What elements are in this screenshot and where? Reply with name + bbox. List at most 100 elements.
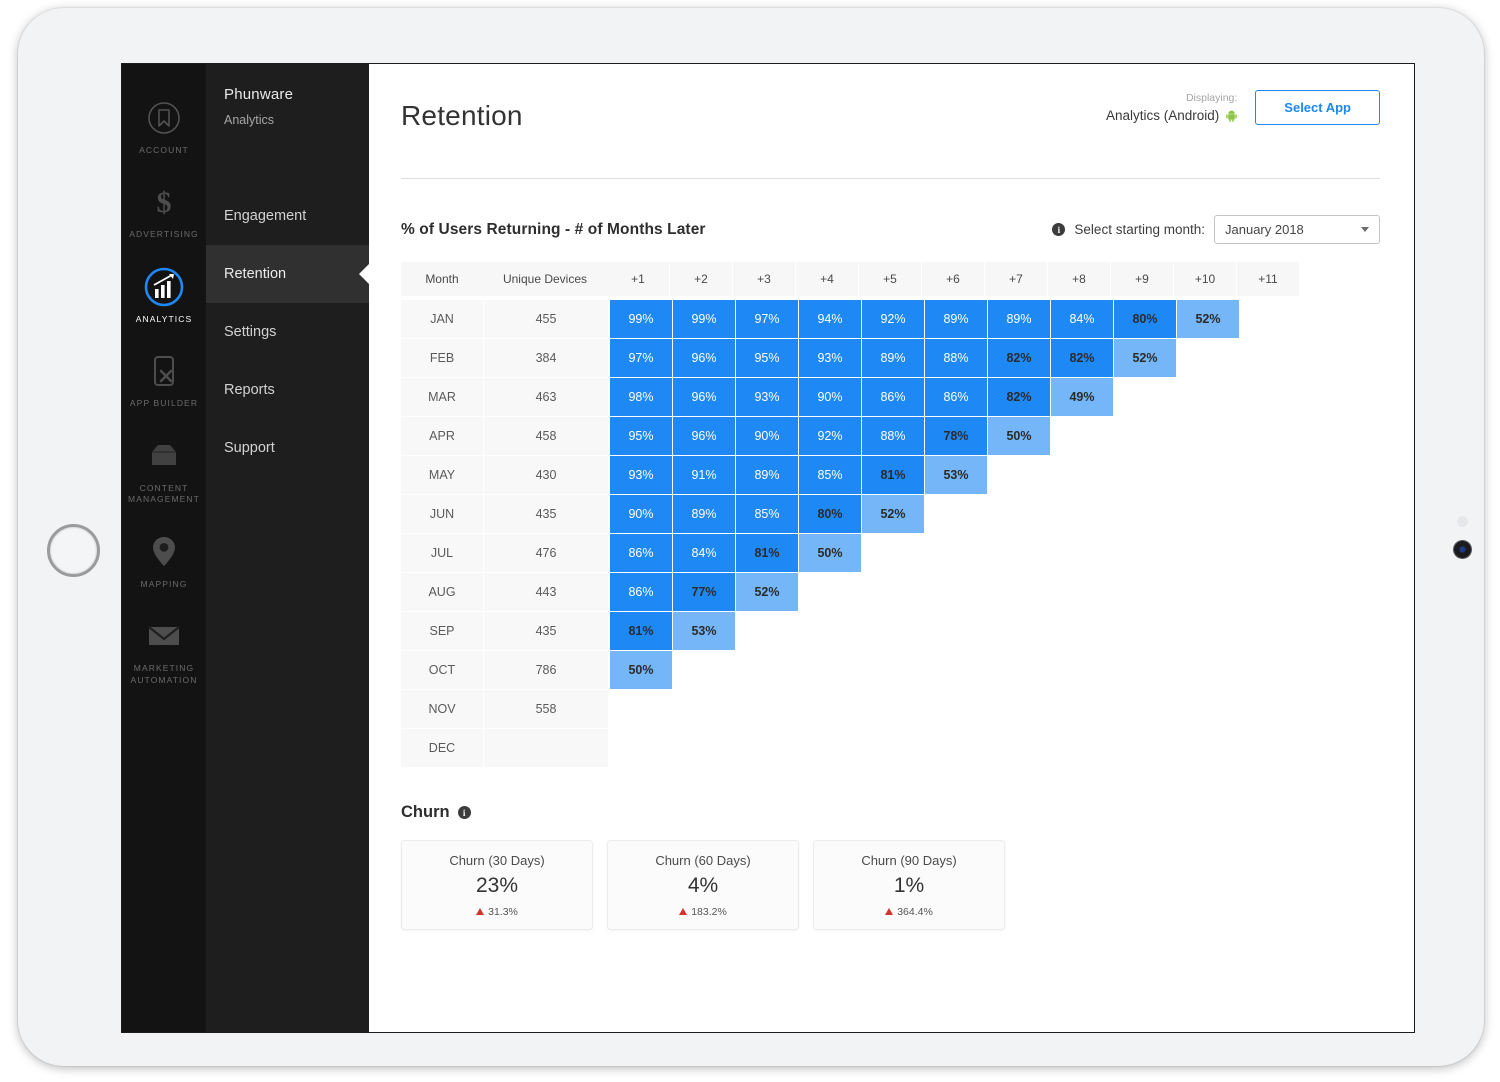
cell-retention-value[interactable]: 85% (736, 495, 798, 533)
cell-retention-value[interactable]: 77% (673, 573, 735, 611)
cell-retention-value[interactable]: 82% (1051, 339, 1113, 377)
cell-retention-value[interactable]: 78% (925, 417, 987, 455)
cell-retention-value[interactable]: 52% (736, 573, 798, 611)
cell-empty (1051, 612, 1113, 650)
cell-retention-value[interactable]: 93% (799, 339, 861, 377)
cell-retention-value[interactable]: 95% (736, 339, 798, 377)
cell-empty (673, 729, 735, 767)
cell-retention-value[interactable]: 89% (673, 495, 735, 533)
cell-retention-value[interactable]: 93% (610, 456, 672, 494)
cell-empty (925, 690, 987, 728)
sidebar-item-support[interactable]: Support (206, 419, 369, 477)
cell-retention-value[interactable]: 52% (862, 495, 924, 533)
primary-nav-rail: ACCOUNT $ ADVERTISING (122, 64, 206, 1032)
cell-retention-value[interactable]: 52% (1177, 300, 1239, 338)
cell-retention-value[interactable]: 53% (673, 612, 735, 650)
cell-empty (1051, 456, 1113, 494)
rail-item-analytics[interactable]: ANALYTICS (122, 251, 206, 335)
cell-empty (1114, 690, 1176, 728)
cell-retention-value[interactable]: 81% (610, 612, 672, 650)
cell-empty (1240, 573, 1302, 611)
cell-retention-value[interactable]: 50% (610, 651, 672, 689)
cell-retention-value[interactable]: 86% (610, 573, 672, 611)
table-row: FEB38497%96%95%93%89%88%82%82%52% (401, 339, 1380, 377)
cell-retention-value[interactable]: 96% (673, 378, 735, 416)
cell-retention-value[interactable]: 86% (862, 378, 924, 416)
cell-retention-value[interactable]: 86% (610, 534, 672, 572)
cell-retention-value[interactable]: 93% (736, 378, 798, 416)
cell-retention-value[interactable]: 90% (736, 417, 798, 455)
cell-retention-value[interactable]: 97% (736, 300, 798, 338)
churn-info-icon[interactable]: i (458, 806, 471, 819)
front-camera (1453, 540, 1472, 559)
cell-retention-value[interactable]: 90% (610, 495, 672, 533)
rail-item-advertising[interactable]: $ ADVERTISING (122, 166, 206, 250)
home-button[interactable] (47, 524, 100, 577)
cell-retention-value[interactable]: 85% (799, 456, 861, 494)
cell-retention-value[interactable]: 82% (988, 339, 1050, 377)
cell-retention-value[interactable]: 89% (736, 456, 798, 494)
churn-card-value: 4% (688, 874, 718, 898)
sidebar-item-settings[interactable]: Settings (206, 303, 369, 361)
cell-empty (799, 729, 861, 767)
cell-empty (736, 612, 798, 650)
cell-retention-value[interactable]: 89% (862, 339, 924, 377)
cell-retention-value[interactable]: 84% (1051, 300, 1113, 338)
cell-retention-value[interactable]: 50% (799, 534, 861, 572)
displaying-block: Displaying: Analytics (Android) (1106, 92, 1237, 123)
cell-retention-value[interactable]: 52% (1114, 339, 1176, 377)
cell-retention-value[interactable]: 82% (988, 378, 1050, 416)
cell-empty (1114, 612, 1176, 650)
churn-section-header: Churn i (401, 803, 1380, 822)
rail-item-app-builder[interactable]: APP BUILDER (122, 335, 206, 419)
churn-card-label: Churn (60 Days) (655, 853, 750, 868)
cell-retention-value[interactable]: 86% (925, 378, 987, 416)
rail-item-mapping[interactable]: MAPPING (122, 516, 206, 600)
churn-card-value: 23% (476, 874, 518, 898)
cell-empty (925, 573, 987, 611)
cell-retention-value[interactable]: 95% (610, 417, 672, 455)
cell-retention-value[interactable]: 98% (610, 378, 672, 416)
sidebar-item-engagement[interactable]: Engagement (206, 187, 369, 245)
rail-item-marketing-automation[interactable]: MARKETING AUTOMATION (122, 600, 206, 696)
cell-retention-value[interactable]: 97% (610, 339, 672, 377)
starting-month-select[interactable]: January 2018 (1214, 215, 1380, 244)
cell-retention-value[interactable]: 96% (673, 339, 735, 377)
cell-unique-devices: 463 (484, 378, 608, 416)
cell-empty (1177, 378, 1239, 416)
cell-retention-value[interactable]: 80% (799, 495, 861, 533)
cell-retention-value[interactable]: 80% (1114, 300, 1176, 338)
cell-retention-value[interactable]: 99% (610, 300, 672, 338)
cell-retention-value[interactable]: 91% (673, 456, 735, 494)
cell-retention-value[interactable]: 50% (988, 417, 1050, 455)
cell-retention-value[interactable]: 84% (673, 534, 735, 572)
select-app-button[interactable]: Select App (1255, 90, 1380, 125)
cell-empty (1051, 495, 1113, 533)
cell-retention-value[interactable]: 89% (925, 300, 987, 338)
cell-retention-value[interactable]: 94% (799, 300, 861, 338)
cell-empty (799, 612, 861, 650)
cell-retention-value[interactable]: 88% (862, 417, 924, 455)
cell-retention-value[interactable]: 96% (673, 417, 735, 455)
cell-retention-value[interactable]: 81% (736, 534, 798, 572)
rail-item-content-management[interactable]: CONTENT MANAGEMENT (122, 420, 206, 516)
rail-item-account[interactable]: ACCOUNT (122, 82, 206, 166)
cell-retention-value[interactable]: 81% (862, 456, 924, 494)
cell-retention-value[interactable]: 49% (1051, 378, 1113, 416)
cell-retention-value[interactable]: 92% (799, 417, 861, 455)
cell-retention-value[interactable]: 88% (925, 339, 987, 377)
cell-unique-devices: 458 (484, 417, 608, 455)
cell-retention-value[interactable]: 53% (925, 456, 987, 494)
sidebar-item-reports[interactable]: Reports (206, 361, 369, 419)
cell-retention-value[interactable]: 92% (862, 300, 924, 338)
cell-empty (925, 534, 987, 572)
cell-retention-value[interactable]: 90% (799, 378, 861, 416)
cell-retention-value[interactable]: 99% (673, 300, 735, 338)
column-header: +10 (1174, 262, 1236, 296)
cell-retention-value[interactable]: 89% (988, 300, 1050, 338)
cell-empty (1177, 339, 1239, 377)
ambient-sensor (1457, 516, 1468, 527)
cell-empty (1240, 417, 1302, 455)
info-icon[interactable]: i (1052, 223, 1065, 236)
sidebar-item-retention[interactable]: Retention (206, 245, 369, 303)
